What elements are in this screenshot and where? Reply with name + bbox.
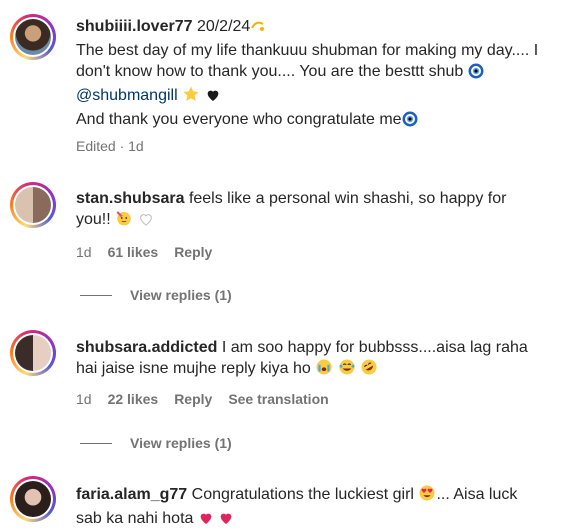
comment-time: 1d: [76, 244, 92, 260]
view-replies-button[interactable]: View replies (1): [80, 287, 232, 303]
comment-text-line: And thank you everyone who congratulate …: [76, 111, 402, 128]
reply-button[interactable]: Reply: [174, 244, 212, 260]
comment-text-line: you!!: [76, 211, 111, 228]
view-replies-button[interactable]: View replies (1): [80, 435, 232, 451]
comment-username[interactable]: shubiiii.lover77: [76, 18, 192, 35]
star-icon: [182, 85, 200, 109]
avatar-faria-alam[interactable]: [10, 476, 56, 522]
edited-time: Edited · 1d: [76, 138, 144, 154]
comment-username[interactable]: faria.alam_g77: [76, 486, 187, 503]
comment-meta: 1d 61 likes Reply: [76, 244, 212, 260]
comment-2: stan.shubsara feels like a personal win …: [76, 188, 576, 233]
likes-count[interactable]: 61 likes: [108, 244, 159, 260]
partying-face-icon: [115, 209, 133, 233]
comment-4: faria.alam_g77 Congratulations the lucki…: [76, 484, 576, 532]
comment-text-line: feels like a personal win shashi, so hap…: [188, 190, 507, 207]
black-heart-icon: [205, 87, 221, 109]
comment-date: 20/2/24: [196, 18, 251, 35]
view-replies-label: View replies (1): [130, 287, 232, 303]
heart-eyes-icon: [418, 484, 436, 508]
likes-count[interactable]: 22 likes: [108, 391, 159, 407]
red-heart-icon: [218, 510, 234, 532]
avatar-shubiiii[interactable]: [10, 14, 56, 60]
comment-meta: Edited · 1d: [76, 138, 144, 154]
comment-text-line: The best day of my life thankuuu shubman…: [76, 42, 539, 59]
evil-eye-icon: [402, 111, 418, 133]
evil-eye-icon: [468, 63, 484, 85]
avatar-stan-shubsara[interactable]: [10, 182, 56, 228]
comment-text-line: Congratulations the luckiest girl: [191, 486, 414, 503]
dizzy-icon: [250, 18, 266, 40]
comment-text-line: don't know how to thank you.... You are …: [76, 63, 464, 80]
view-replies-label: View replies (1): [130, 435, 232, 451]
comment-text-line: hai jaise isne mujhe reply kiya ho: [76, 360, 311, 377]
comment-username[interactable]: stan.shubsara: [76, 190, 184, 207]
comment-meta: 1d 22 likes Reply See translation: [76, 391, 329, 407]
white-heart-icon: [138, 211, 154, 233]
comment-1: shubiiii.lover77 20/2/24 The best day of…: [76, 16, 576, 133]
divider-line: [80, 294, 112, 296]
reply-button[interactable]: Reply: [174, 391, 212, 407]
comment-text-line: sab ka nahi hota: [76, 510, 194, 527]
mention-link[interactable]: @shubmangill: [76, 87, 178, 104]
avatar-shubsara-addicted[interactable]: [10, 330, 56, 376]
comment-3: shubsara.addicted I am soo happy for bub…: [76, 337, 576, 382]
joy-face-icon: [338, 358, 356, 382]
rofl-face-icon: [360, 358, 378, 382]
comment-text-line: I am soo happy for bubbsss....aisa lag r…: [221, 339, 528, 356]
crying-face-icon: [315, 358, 333, 382]
comment-time: 1d: [76, 391, 92, 407]
divider-line: [80, 442, 112, 444]
see-translation-button[interactable]: See translation: [228, 391, 328, 407]
red-heart-icon: [198, 510, 214, 532]
comment-username[interactable]: shubsara.addicted: [76, 339, 217, 356]
comment-text-line: ... Aisa luck: [436, 486, 518, 503]
